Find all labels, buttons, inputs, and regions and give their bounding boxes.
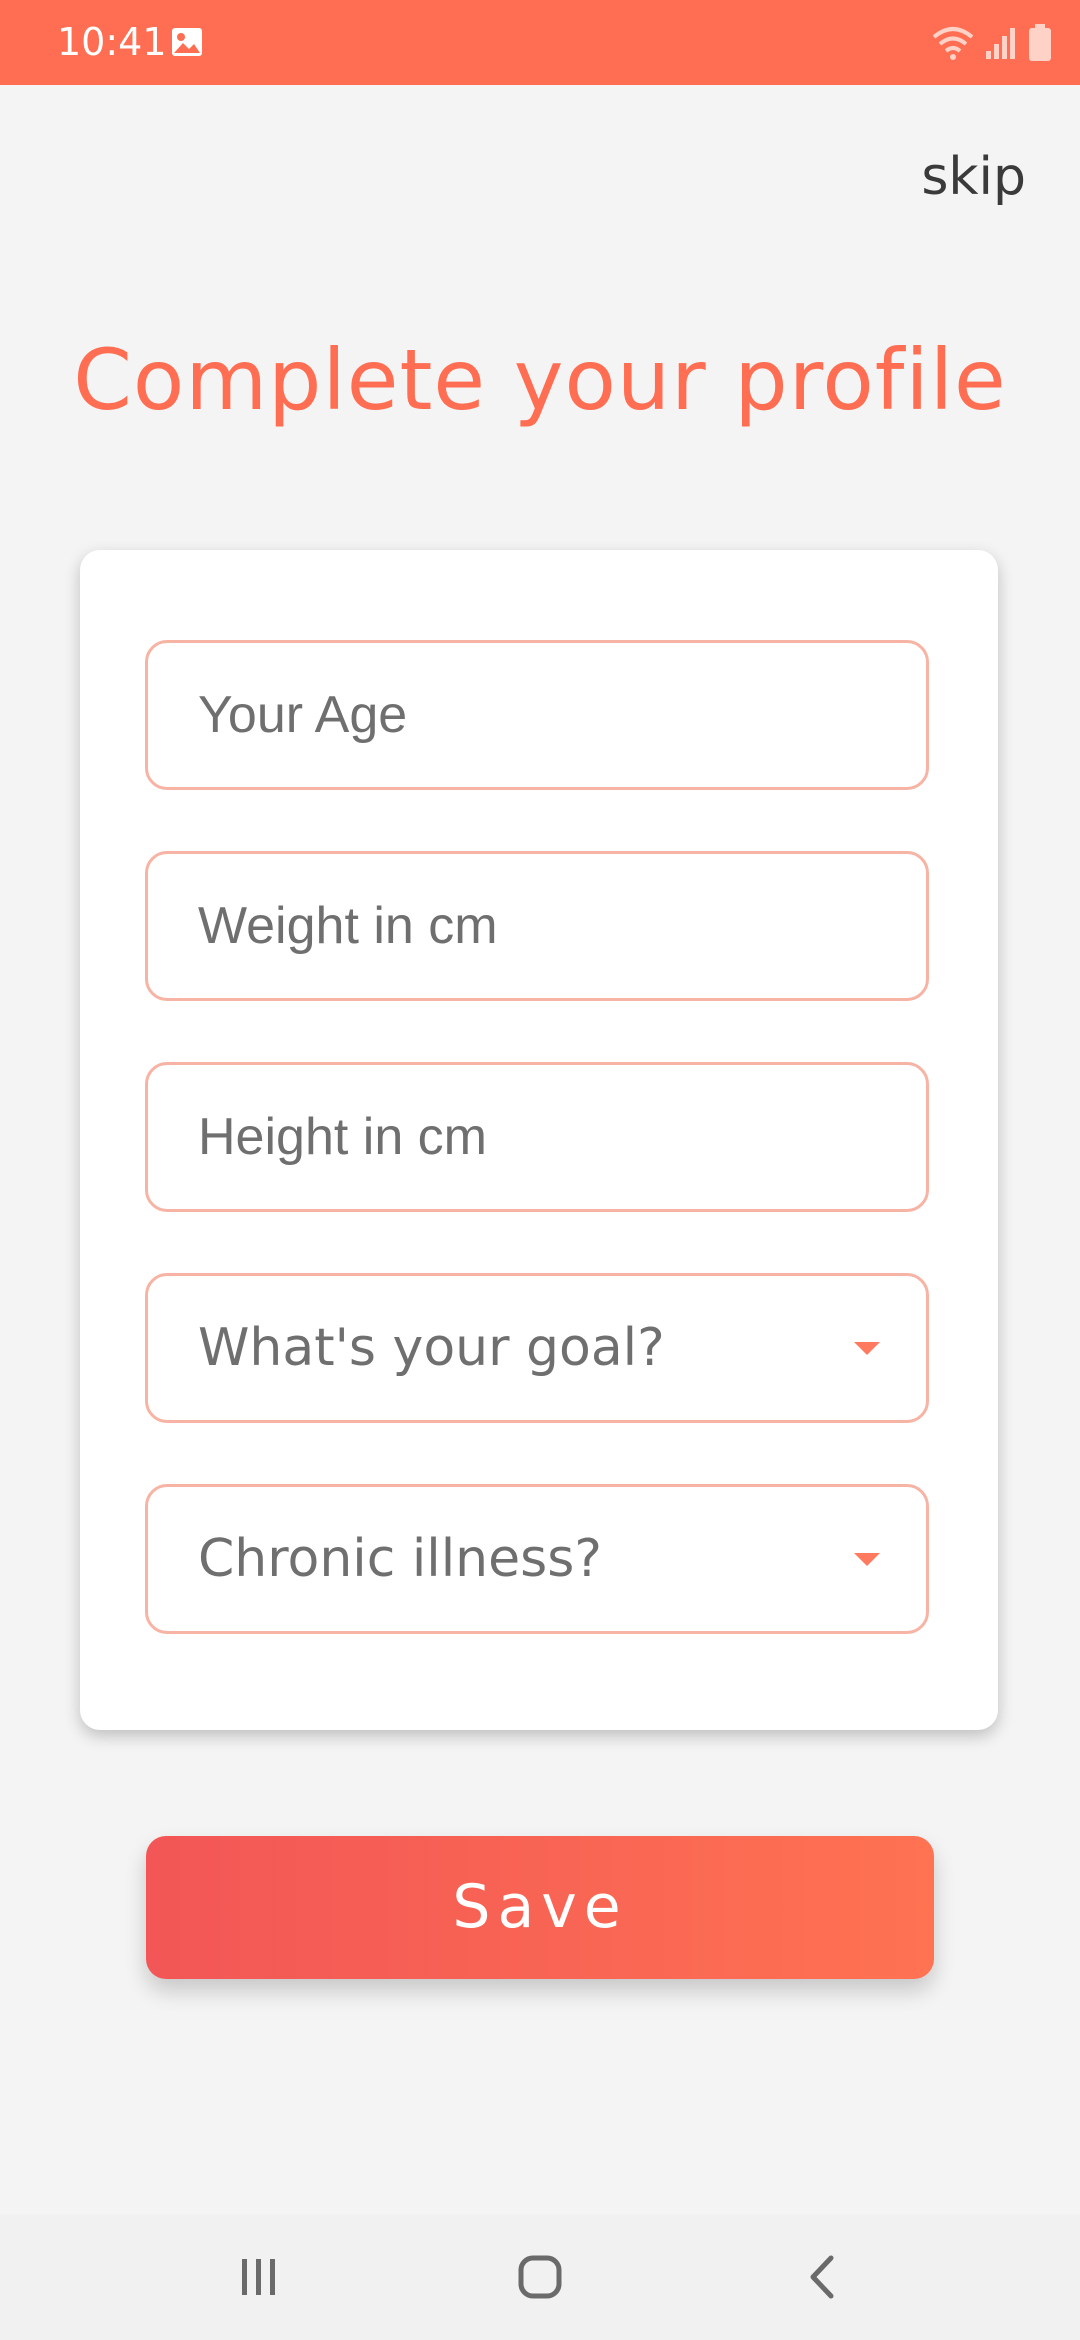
recent-apps-icon [242, 2259, 275, 2295]
home-button[interactable] [480, 2214, 600, 2340]
battery-icon [1029, 24, 1051, 61]
status-icons [932, 22, 1052, 64]
navigation-bar [0, 2214, 1080, 2340]
height-field[interactable] [145, 1062, 929, 1212]
height-input[interactable] [198, 1065, 878, 1209]
dropdown-arrow-icon [854, 1342, 880, 1355]
weight-input[interactable] [198, 854, 878, 998]
save-button[interactable]: Save [146, 1836, 934, 1979]
goal-dropdown-value: What's your goal? [198, 1318, 665, 1378]
status-bar: 10:41 [0, 0, 1080, 85]
chronic-illness-dropdown[interactable]: Chronic illness? [145, 1484, 929, 1634]
age-field[interactable] [145, 640, 929, 790]
dropdown-arrow-icon [854, 1553, 880, 1566]
back-button[interactable] [762, 2214, 882, 2340]
home-icon [518, 2255, 562, 2299]
goal-dropdown[interactable]: What's your goal? [145, 1273, 929, 1423]
age-input[interactable] [198, 643, 878, 787]
weight-field[interactable] [145, 851, 929, 1001]
back-icon [810, 2255, 834, 2299]
chronic-illness-dropdown-value: Chronic illness? [198, 1529, 602, 1589]
page-title: Complete your profile [73, 331, 1007, 429]
signal-icon [986, 28, 1015, 59]
status-time: 10:41 [57, 20, 167, 64]
skip-button[interactable]: skip [921, 145, 1026, 209]
recent-apps-button[interactable] [199, 2214, 319, 2340]
gallery-icon [172, 28, 202, 56]
wifi-icon [932, 27, 974, 60]
profile-form-card: What's your goal? Chronic illness? [80, 550, 998, 1730]
